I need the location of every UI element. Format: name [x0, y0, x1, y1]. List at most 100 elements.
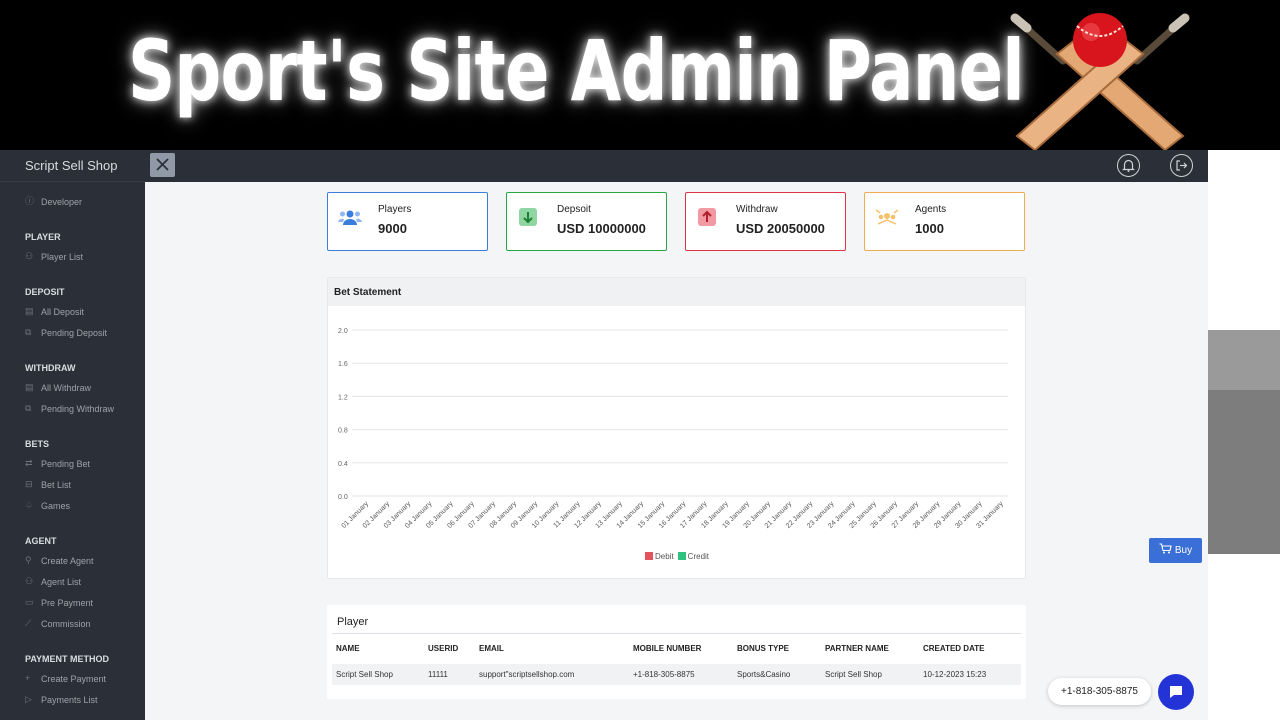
- sidebar-item-commission[interactable]: ⟋ Commission: [0, 613, 145, 634]
- sidebar-item-developer[interactable]: ⓘ Developer: [0, 191, 145, 212]
- sidebar-item-label: Create Payment: [41, 673, 107, 684]
- stat-card-deposit[interactable]: Depsoit USD 10000000: [506, 192, 667, 251]
- sidebar-item-player-list[interactable]: ⚇ Player List: [0, 246, 145, 267]
- panel-title: Player: [337, 616, 369, 628]
- sidebar-item-all-withdraw[interactable]: ▤ All Withdraw: [0, 377, 145, 398]
- column-header: EMAIL: [475, 633, 629, 664]
- sidebar-section-withdraw: WITHDRAW: [25, 363, 76, 373]
- sidebar-item-create-agent[interactable]: ⚲ Create Agent: [0, 550, 145, 571]
- stat-card-players[interactable]: Players 9000: [327, 192, 488, 251]
- user-plus-icon: ⚲: [25, 555, 32, 565]
- screen: Sport's Site Admin Panel Script Sell Sho…: [0, 0, 1280, 720]
- buy-button[interactable]: Buy: [1149, 538, 1202, 563]
- sidebar-item-pending-bet[interactable]: ⇄ Pending Bet: [0, 453, 145, 474]
- close-icon: [156, 158, 169, 171]
- sidebar-item-bet-list[interactable]: ⊟ Bet List: [0, 474, 145, 495]
- arrow-down-icon: [519, 208, 537, 226]
- sidebar-item-label: Bet List: [41, 479, 72, 490]
- bet-statement-panel: Bet Statement 0.0 0.4 0.8 1.2 1.6 2.0 01 Janua…: [327, 277, 1026, 579]
- notifications-button[interactable]: [1117, 154, 1140, 177]
- pending-icon: ⧉: [25, 403, 32, 413]
- contact-phone[interactable]: +1-818-305-8875: [1048, 678, 1151, 705]
- table-cell: 10-12-2023 15:23: [919, 663, 1021, 685]
- y-tick-label: 2.0: [338, 328, 348, 335]
- background-block: [1208, 390, 1280, 554]
- stat-label: Players: [378, 204, 412, 215]
- sidebar-item-label: Player List: [41, 251, 84, 262]
- stat-label: Depsoit: [557, 204, 591, 215]
- pending-icon: ⧉: [25, 327, 32, 337]
- sidebar-section-deposit: DEPOSIT: [25, 287, 65, 297]
- users-icon: ⚇: [25, 576, 34, 586]
- y-tick-label: 0.8: [338, 428, 348, 435]
- cart-icon: [1159, 543, 1172, 554]
- sidebar-menu: ⓘ Developer PLAYER ⚇ Player List DEPOSIT…: [0, 182, 145, 710]
- logout-button[interactable]: [1170, 154, 1193, 177]
- sidebar-item-pre-payment[interactable]: ▭ Pre Payment: [0, 592, 145, 613]
- column-header: PARTNER NAME: [821, 633, 919, 664]
- stat-value: USD 10000000: [557, 221, 646, 236]
- table-cell: Sports&Casino: [733, 663, 821, 685]
- bell-icon: [1122, 159, 1135, 172]
- ticket-icon: ⊟: [25, 479, 33, 489]
- arrow-up-icon: [698, 208, 716, 226]
- sidebar-item-label: Pending Bet: [41, 458, 91, 469]
- player-panel: Player NAME USERID EMAIL MOBILE NUMBER B…: [327, 605, 1026, 699]
- y-tick-label: 0.0: [338, 494, 348, 501]
- topbar: [145, 150, 1208, 182]
- list-icon: ▤: [25, 382, 34, 392]
- logout-icon: [1176, 160, 1188, 171]
- sidebar-item-payments-list[interactable]: ▷ Payments List: [0, 689, 145, 710]
- sidebar-item-label: All Withdraw: [41, 382, 92, 393]
- stat-value: 9000: [378, 221, 407, 236]
- background-strip: [1208, 150, 1280, 720]
- stat-card-agents[interactable]: Agents 1000: [864, 192, 1025, 251]
- sidebar-section-player: PLAYER: [25, 232, 61, 242]
- legend-label: Credit: [687, 552, 710, 561]
- y-tick-label: 0.4: [338, 461, 348, 468]
- legend-item-debit[interactable]: Debit: [644, 552, 674, 561]
- main-content: Players 9000 Depsoit USD 10000000 Withdr…: [145, 182, 1208, 720]
- table-cell: Script Sell Shop: [332, 663, 424, 685]
- player-table: NAME USERID EMAIL MOBILE NUMBER BONUS TY…: [332, 633, 1021, 685]
- sidebar-item-games[interactable]: ♤ Games: [0, 495, 145, 516]
- sidebar-toggle-button[interactable]: [150, 153, 175, 177]
- background-block: [1208, 330, 1280, 390]
- sidebar-item-pending-withdraw[interactable]: ⧉ Pending Withdraw: [0, 398, 145, 419]
- sidebar-item-pending-deposit[interactable]: ⧉ Pending Deposit: [0, 322, 145, 343]
- stat-label: Agents: [915, 204, 947, 215]
- sidebar-item-agent-list[interactable]: ⚇ Agent List: [0, 571, 145, 592]
- table-cell: 11111: [424, 663, 475, 685]
- stat-label: Withdraw: [736, 204, 778, 215]
- column-header: USERID: [424, 633, 475, 664]
- sidebar-item-label: Developer: [41, 196, 83, 207]
- users-icon: ⚇: [25, 251, 34, 261]
- swap-icon: ⇄: [25, 458, 33, 468]
- chart-legend: Debit Credit: [328, 552, 1026, 561]
- chat-icon: [1170, 686, 1182, 698]
- table-cell: +1-818-305-8875: [629, 663, 733, 685]
- trend-icon: ⟋: [25, 618, 32, 628]
- info-icon: ⓘ: [25, 196, 35, 206]
- sidebar-item-label: Pre Payment: [41, 597, 94, 608]
- sidebar: Script Sell Shop ⓘ Developer PLAYER ⚇ Pl…: [0, 150, 145, 720]
- legend-swatch: [677, 552, 686, 560]
- sidebar-section-payment-method: PAYMENT METHOD: [25, 654, 110, 664]
- sidebar-item-label: Games: [41, 500, 71, 511]
- receipt-icon: ▭: [25, 597, 34, 607]
- legend-item-credit[interactable]: Credit: [677, 552, 710, 561]
- users-icon: [338, 210, 362, 225]
- stat-card-withdraw[interactable]: Withdraw USD 20050000: [685, 192, 846, 251]
- spade-icon: ♤: [25, 500, 34, 510]
- sidebar-item-create-payment[interactable]: + Create Payment: [0, 668, 145, 689]
- column-header: NAME: [332, 633, 424, 664]
- y-tick-label: 1.2: [338, 394, 348, 401]
- sidebar-section-bets: BETS: [25, 439, 50, 449]
- cricket-bats-ball-icon: [1010, 13, 1190, 152]
- chat-button[interactable]: [1158, 674, 1194, 710]
- banner-title: Sport's Site Admin Panel: [128, 22, 1025, 120]
- sidebar-item-all-deposit[interactable]: ▤ All Deposit: [0, 301, 145, 322]
- table-row[interactable]: Script Sell Shop 11111 support"scriptsel…: [332, 663, 1021, 685]
- brand-name[interactable]: Script Sell Shop: [0, 150, 145, 182]
- stat-value: USD 20050000: [736, 221, 825, 236]
